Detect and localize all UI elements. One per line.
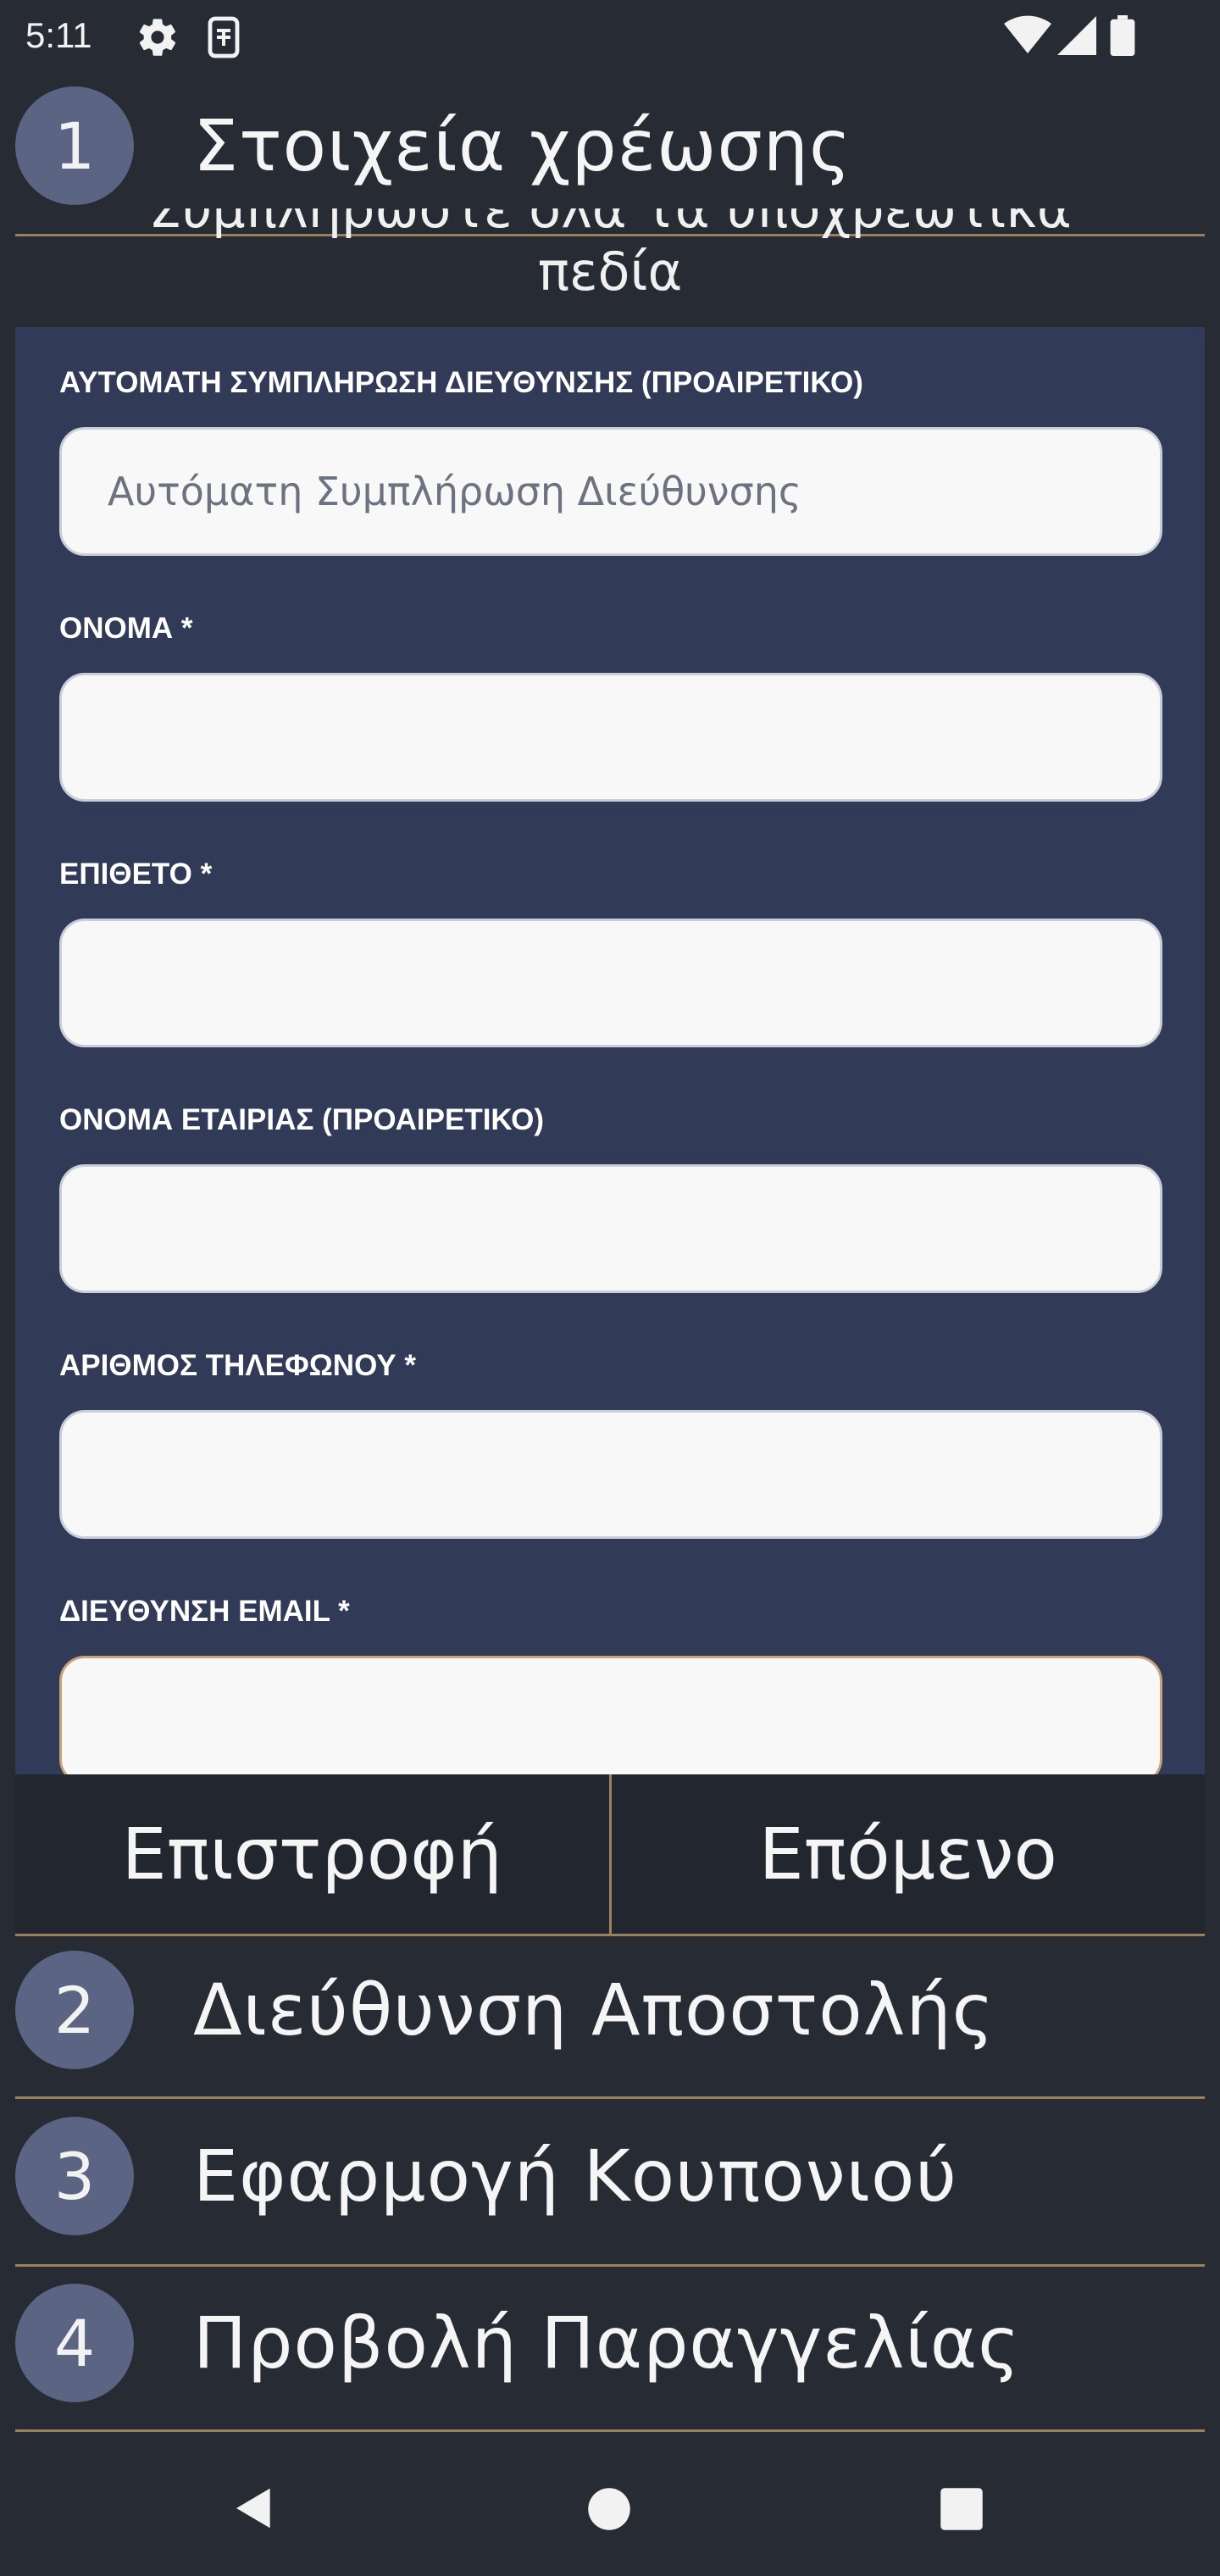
last-name-label: ΕΠΙΘΕΤΟ * [59,858,213,891]
recents-square-icon[interactable] [939,2486,984,2535]
signal-icon [1057,15,1096,59]
address-autocomplete-input[interactable] [59,427,1162,556]
autocomplete-label: ΑΥΤΟΜΑΤΗ ΣΥΜΠΛΗΡΩΣΗ ΔΙΕΥΘΥΝΣΗΣ (ΠΡΟΑΙΡΕΤ… [59,366,863,399]
step-4-header[interactable]: 4 Προβολή Παραγγελίας [15,2284,1205,2402]
step-4-title: Προβολή Παραγγελίας [193,2301,1021,2384]
back-triangle-icon[interactable] [230,2484,278,2535]
company-name-input[interactable] [59,1164,1162,1293]
step-3-number: 3 [15,2117,134,2235]
email-label: ΔΙΕΥΘΥΝΣΗ EMAIL * [59,1595,350,1628]
step-2-title: Διεύθυνση Αποστολής [193,1968,995,2051]
step-1-header[interactable]: 1 Στοιχεία χρέωσης [15,86,1205,205]
email-input[interactable] [59,1656,1162,1774]
phone-input[interactable] [59,1410,1162,1539]
hint-line-1: Συμπληρώστε όλα τα υποχρεωτικά [148,208,1072,240]
divider [15,1934,1205,1936]
wifi-icon [1004,15,1051,59]
step-2-number: 2 [15,1951,134,2069]
status-time: 5:11 [25,15,92,55]
home-circle-icon[interactable] [586,2486,632,2535]
back-button[interactable]: Επιστροφή [15,1774,609,1934]
sim-icon [203,15,244,63]
billing-form: ΑΥΤΟΜΑΤΗ ΣΥΜΠΛΗΡΩΣΗ ΔΙΕΥΘΥΝΣΗΣ (ΠΡΟΑΙΡΕΤ… [15,327,1205,1774]
divider [15,2096,1205,2099]
step-1-number: 1 [15,86,134,205]
phone-label: ΑΡΙΘΜΟΣ ΤΗΛΕΦΩΝΟΥ * [59,1349,417,1382]
step-3-header[interactable]: 3 Εφαρμογή Κουπονιού [15,2117,1205,2235]
first-name-label: ΟΝΟΜΑ * [59,612,193,645]
step-navigation: Επιστροφή Επόμενο [15,1774,1205,1934]
last-name-input[interactable] [59,919,1162,1047]
company-name-label: ΟΝΟΜΑ ΕΤΑΙΡΙΑΣ (ΠΡΟΑΙΡΕΤΙΚΟ) [59,1103,544,1136]
next-button[interactable]: Επόμενο [611,1774,1205,1934]
step-1-title: Στοιχεία χρέωσης [193,104,852,187]
battery-icon [1110,15,1135,59]
hint-line-2: πεδία [537,241,683,303]
step-3-title: Εφαρμογή Κουπονιού [193,2135,958,2218]
gear-icon [136,15,180,63]
divider [15,2264,1205,2267]
system-navigation-bar [0,2432,1220,2576]
first-name-input[interactable] [59,673,1162,802]
required-fields-hint: Συμπληρώστε όλα τα υποχρεωτικά πεδία [15,208,1205,327]
status-bar: 5:11 [0,0,1220,73]
step-4-number: 4 [15,2284,134,2402]
step-2-header[interactable]: 2 Διεύθυνση Αποστολής [15,1951,1205,2069]
